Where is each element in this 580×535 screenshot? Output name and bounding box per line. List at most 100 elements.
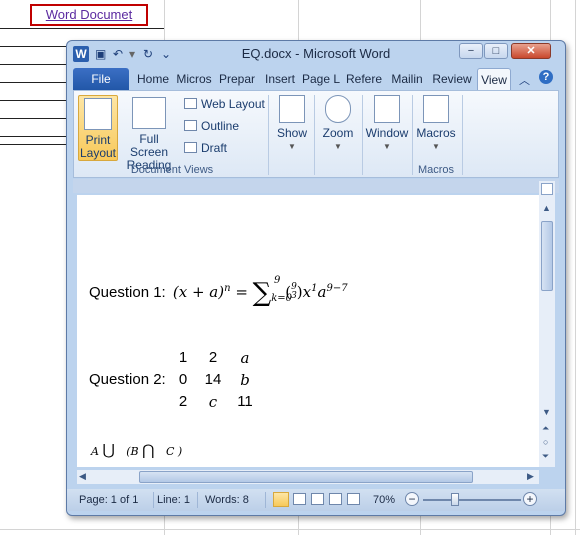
show-button[interactable]: Show ▼ (274, 95, 310, 153)
web-layout-view-icon[interactable] (311, 493, 324, 505)
full-screen-reading-icon (132, 97, 166, 129)
macros-button[interactable]: Macros ▼ (414, 95, 458, 153)
show-icon (279, 95, 305, 123)
zoom-in-icon[interactable]: + (523, 492, 537, 506)
full-screen-reading-button[interactable]: Full Screen Reading (120, 95, 178, 172)
draft-view-icon[interactable] (347, 493, 360, 505)
matrix-cell: a (240, 349, 250, 367)
question-1: Question 1: (x + a)n = ∑k=09 (9 3)x1a9−7 (89, 275, 348, 308)
draft-button[interactable]: Draft (184, 141, 227, 155)
previous-page-icon[interactable]: ⏶ (542, 423, 549, 434)
print-layout-label-2: Layout (79, 146, 117, 160)
macros-dropdown-icon: ▼ (432, 142, 440, 151)
question-2-label: Question 2: (89, 371, 166, 388)
zoom-slider-track[interactable] (423, 499, 521, 501)
ribbon-separator (268, 95, 269, 175)
outline-button[interactable]: Outline (184, 119, 239, 133)
window-icon (374, 95, 400, 123)
matrix-cell: 11 (237, 393, 253, 410)
page-count[interactable]: Page: 1 of 1 (79, 494, 138, 506)
tab-review[interactable]: Review (430, 68, 474, 90)
print-layout-icon (84, 98, 112, 130)
ribbon-separator (462, 95, 463, 175)
set-a: A (91, 445, 99, 458)
outline-view-icon[interactable] (329, 493, 342, 505)
binomial-equation: (x + a)n = ∑k=09 (9 3)x1a9−7 (172, 275, 348, 308)
ruler (73, 179, 559, 193)
matrix-cell: c (208, 393, 218, 411)
grid-row-line (0, 28, 164, 29)
zoom-level[interactable]: 70% (373, 494, 395, 506)
word-document-link[interactable]: Word Documet (46, 7, 132, 22)
maximize-button[interactable]: □ (484, 43, 508, 59)
tab-microsoft[interactable]: Micros (175, 68, 213, 90)
tab-insert[interactable]: Insert (261, 68, 299, 90)
set-b: (B (126, 445, 139, 458)
matrix-cell: 2 (178, 393, 188, 410)
full-screen-view-icon[interactable] (293, 493, 306, 505)
window-label: Window (365, 126, 409, 140)
intersect-symbol: ⋂ (142, 441, 155, 459)
tab-references[interactable]: Refere (344, 68, 384, 90)
vertical-scroll-thumb[interactable] (541, 221, 553, 291)
macros-label: Macros (416, 126, 456, 140)
close-button[interactable]: ✕ (511, 43, 551, 59)
matrix-cell: 14 (204, 371, 222, 388)
tab-view[interactable]: View (477, 68, 511, 90)
matrix-cell: 0 (178, 371, 188, 388)
matrix-cell: 1 (178, 349, 188, 366)
outline-label: Outline (201, 119, 240, 133)
document-views-group-label: Document Views (130, 164, 214, 176)
minimize-button[interactable]: − (459, 43, 483, 59)
next-page-icon[interactable]: ⏷ (542, 451, 549, 462)
horizontal-scroll-thumb[interactable] (139, 471, 473, 483)
status-separator (153, 492, 154, 508)
print-layout-view-icon[interactable] (273, 492, 289, 507)
zoom-label: Zoom (322, 126, 354, 140)
union-symbol: ⋃ (102, 441, 115, 459)
print-layout-button[interactable]: Print Layout (78, 95, 118, 161)
horizontal-scrollbar[interactable]: ◀ ▶ (77, 470, 539, 484)
scroll-up-icon[interactable]: ▲ (542, 203, 551, 213)
zoom-button[interactable]: Zoom ▼ (318, 95, 358, 153)
show-dropdown-icon: ▼ (288, 142, 296, 151)
scroll-right-icon[interactable]: ▶ (527, 471, 534, 482)
help-icon[interactable]: ? (539, 70, 553, 84)
title-bar: W ▣ ↶ ▾ ↻ ⌄ EQ.docx - Microsoft Word − □… (67, 41, 565, 67)
matrix-cell: b (240, 371, 250, 389)
collapse-ribbon-icon[interactable]: ︿ (519, 72, 530, 88)
zoom-out-icon[interactable]: − (405, 492, 419, 506)
draft-label: Draft (201, 141, 228, 155)
question-1-label: Question 1: (89, 284, 166, 301)
word-document-link-cell[interactable]: Word Documet (30, 4, 148, 26)
tab-page-layout[interactable]: Page L (302, 68, 340, 90)
word-count[interactable]: Words: 8 (205, 494, 249, 506)
full-screen-label-1: Full Screen (129, 132, 169, 159)
select-browse-object-icon[interactable]: ○ (543, 437, 548, 447)
grid-column-line (575, 0, 576, 535)
line-number[interactable]: Line: 1 (157, 494, 190, 506)
window-button[interactable]: Window ▼ (364, 95, 410, 153)
macros-group-label: Macros (417, 164, 455, 176)
web-layout-label: Web Layout (201, 97, 265, 111)
status-separator (265, 492, 266, 508)
tab-file[interactable]: File (73, 68, 129, 90)
zoom-dropdown-icon: ▼ (334, 142, 342, 151)
document-page[interactable]: Question 1: (x + a)n = ∑k=09 (9 3)x1a9−7 … (77, 195, 539, 467)
web-layout-button[interactable]: Web Layout (184, 97, 265, 111)
tab-mailings[interactable]: Mailin (387, 68, 427, 90)
scroll-down-icon[interactable]: ▼ (542, 407, 551, 417)
tab-home[interactable]: Home (133, 68, 173, 90)
scroll-left-icon[interactable]: ◀ (79, 471, 86, 482)
draft-icon (184, 142, 197, 153)
tab-prepare[interactable]: Prepar (217, 68, 257, 90)
zoom-slider-thumb[interactable] (451, 493, 459, 506)
outline-icon (184, 120, 197, 131)
vertical-scrollbar[interactable]: ▲ ▼ ⏶ ○ ⏷ (539, 181, 555, 467)
ruler-toggle-icon[interactable] (541, 183, 553, 195)
web-layout-icon (184, 98, 197, 109)
status-bar: Page: 1 of 1 Line: 1 Words: 8 70% − + (67, 489, 565, 511)
matrix-cell: 2 (208, 349, 218, 366)
ribbon-separator (314, 95, 315, 175)
ribbon-separator (362, 95, 363, 175)
